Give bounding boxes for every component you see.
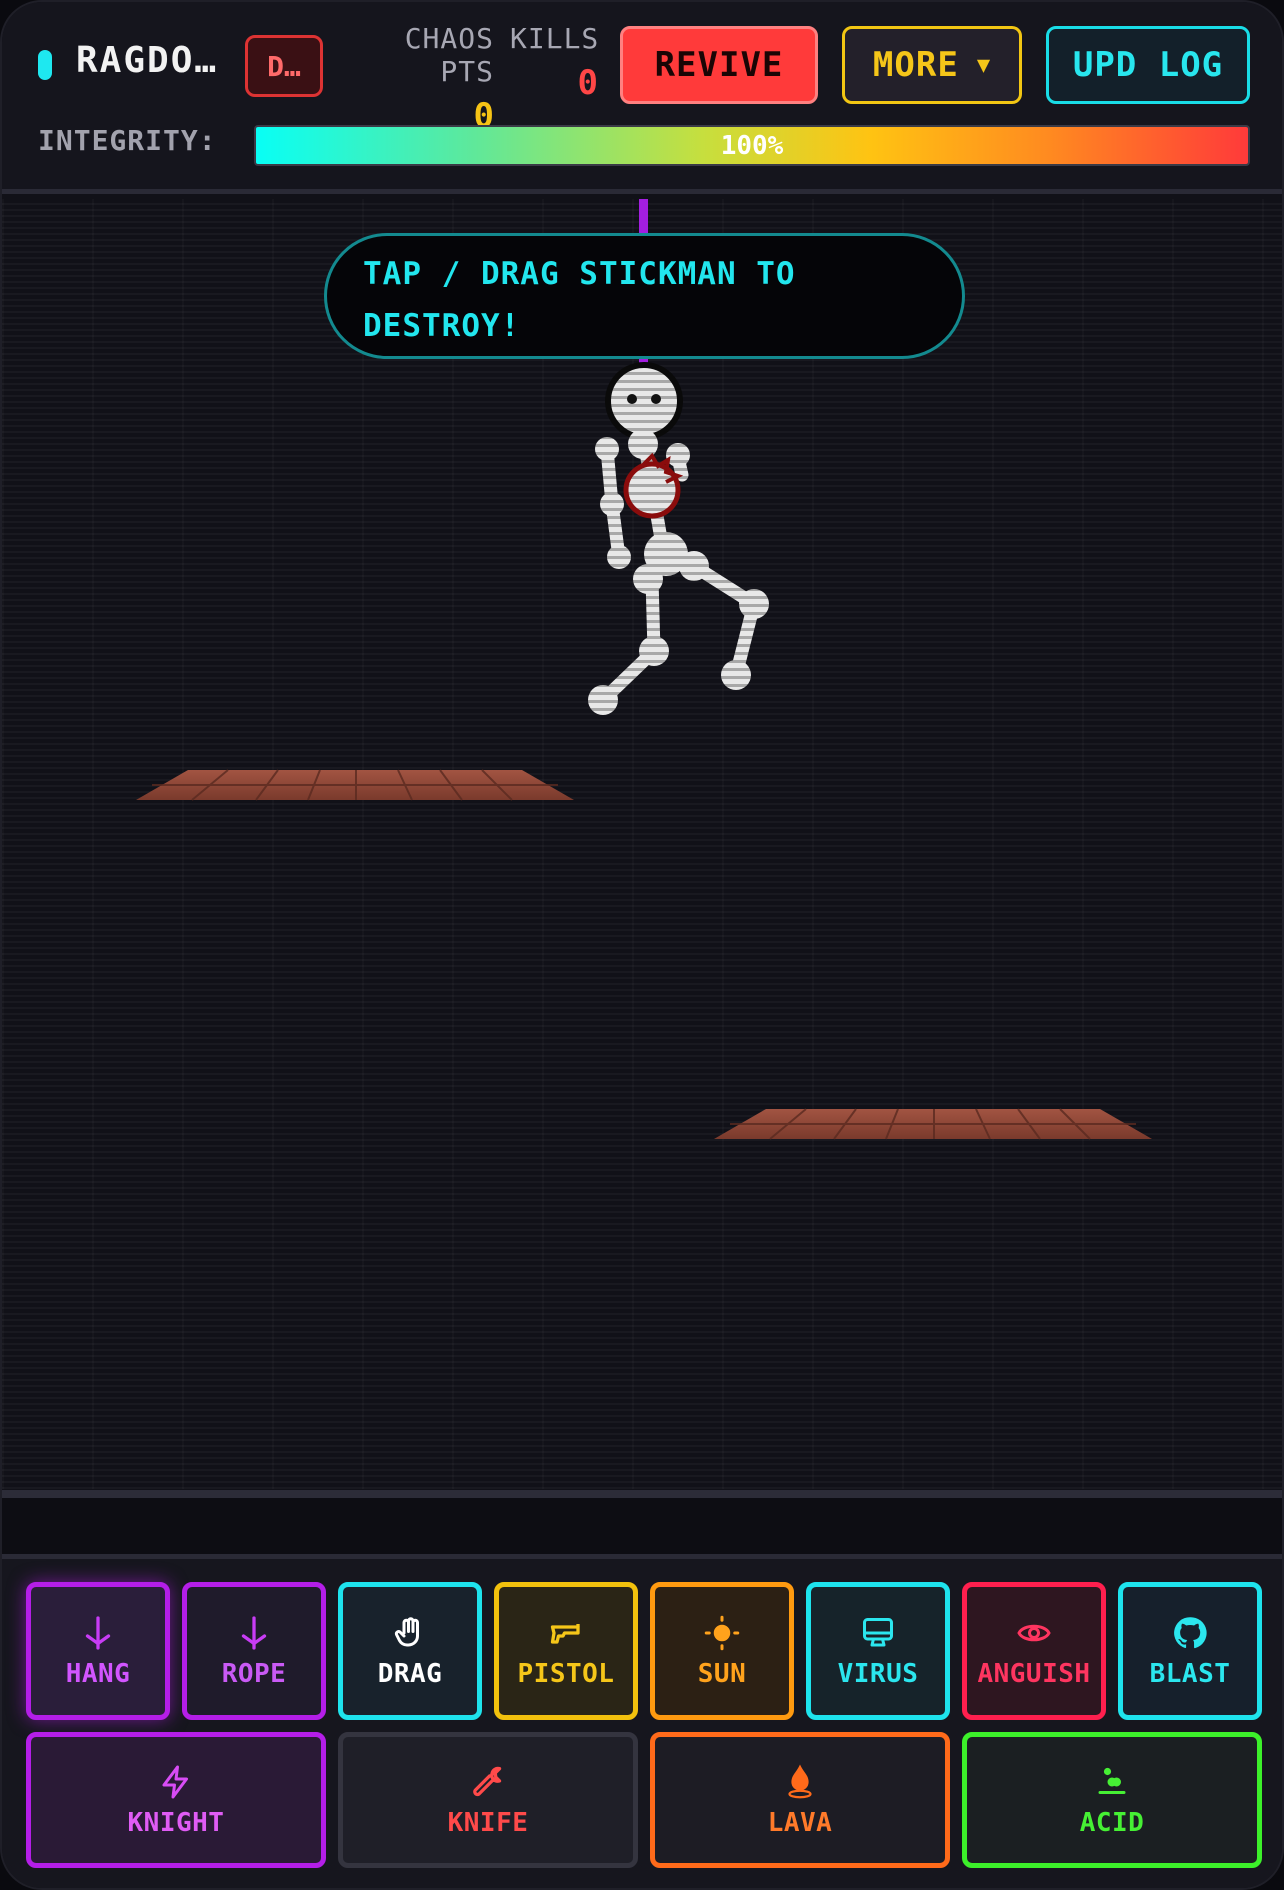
tool-knight[interactable]: KNIGHT (26, 1732, 326, 1868)
more-label: MORE (872, 45, 959, 85)
sun-icon (702, 1613, 742, 1653)
anchor-icon (234, 1613, 274, 1653)
top-bar: RAGDO… D… CHAOS PTS 0 KILLS 0 REVIVE MOR… (2, 2, 1282, 194)
kills-stat: KILLS 0 (510, 22, 598, 103)
tool-blast-label: BLAST (1149, 1659, 1231, 1689)
chaos-points-stat: CHAOS PTS 0 (342, 22, 494, 136)
wrench-icon (468, 1762, 508, 1802)
triangle-down-icon: ▼ (976, 52, 992, 78)
tool-sun-label: SUN (697, 1659, 747, 1689)
stickman-ragdoll[interactable] (588, 362, 769, 715)
drops-icon (1092, 1762, 1132, 1802)
mode-button[interactable]: D… (245, 35, 323, 97)
tool-hang[interactable]: HANG (26, 1582, 170, 1720)
revive-button[interactable]: REVIVE (620, 26, 818, 104)
tool-anguish[interactable]: ANGUISH (962, 1582, 1106, 1720)
app-title: RAGDO… (76, 40, 219, 81)
monitor-icon (858, 1613, 898, 1653)
platform-upper[interactable] (136, 769, 574, 801)
platform-lower[interactable] (714, 1108, 1152, 1140)
bolt-icon (156, 1762, 196, 1802)
more-button[interactable]: MORE ▼ (842, 26, 1022, 104)
tool-acid-label: ACID (1079, 1808, 1145, 1838)
integrity-percent: 100% (720, 130, 784, 161)
ground-strip (2, 1498, 1282, 1554)
tool-rope[interactable]: ROPE (182, 1582, 326, 1720)
tool-acid[interactable]: ACID (962, 1732, 1262, 1868)
hand-icon (390, 1613, 430, 1653)
tool-pistol[interactable]: PISTOL (494, 1582, 638, 1720)
tool-rope-label: ROPE (221, 1659, 287, 1689)
chaos-points-label: CHAOS PTS (404, 22, 494, 88)
integrity-label: INTEGRITY: (38, 124, 217, 157)
tool-pistol-label: PISTOL (517, 1659, 615, 1689)
tool-hang-label: HANG (65, 1659, 131, 1689)
play-area[interactable]: TAP / DRAG STICKMAN TO DESTROY! (2, 199, 1282, 1489)
kills-label: KILLS (510, 22, 600, 55)
eye-icon (1014, 1613, 1054, 1653)
tool-lava-label: LAVA (767, 1808, 833, 1838)
ground-line (2, 1490, 1282, 1498)
integrity-bar: 100% (254, 125, 1250, 166)
update-log-button[interactable]: UPD LOG (1046, 26, 1250, 104)
kills-value: 0 (577, 63, 598, 103)
tool-virus[interactable]: VIRUS (806, 1582, 950, 1720)
github-icon (1170, 1613, 1210, 1653)
tool-knife-label: KNIFE (447, 1808, 529, 1838)
status-indicator (38, 50, 52, 80)
tool-drag-label: DRAG (377, 1659, 443, 1689)
gun-icon (546, 1613, 586, 1653)
anchor-icon (78, 1613, 118, 1653)
tool-blast[interactable]: BLAST (1118, 1582, 1262, 1720)
tool-knife[interactable]: KNIFE (338, 1732, 638, 1868)
instruction-hint: TAP / DRAG STICKMAN TO DESTROY! (324, 233, 965, 359)
game-frame: RAGDO… D… CHAOS PTS 0 KILLS 0 REVIVE MOR… (0, 0, 1284, 1890)
tool-knight-label: KNIGHT (127, 1808, 225, 1838)
tool-sun[interactable]: SUN (650, 1582, 794, 1720)
tool-drag[interactable]: DRAG (338, 1582, 482, 1720)
tool-lava[interactable]: LAVA (650, 1732, 950, 1868)
tool-anguish-label: ANGUISH (977, 1659, 1091, 1689)
tool-virus-label: VIRUS (837, 1659, 919, 1689)
flame-icon (780, 1762, 820, 1802)
scene-canvas (136, 199, 1152, 1140)
